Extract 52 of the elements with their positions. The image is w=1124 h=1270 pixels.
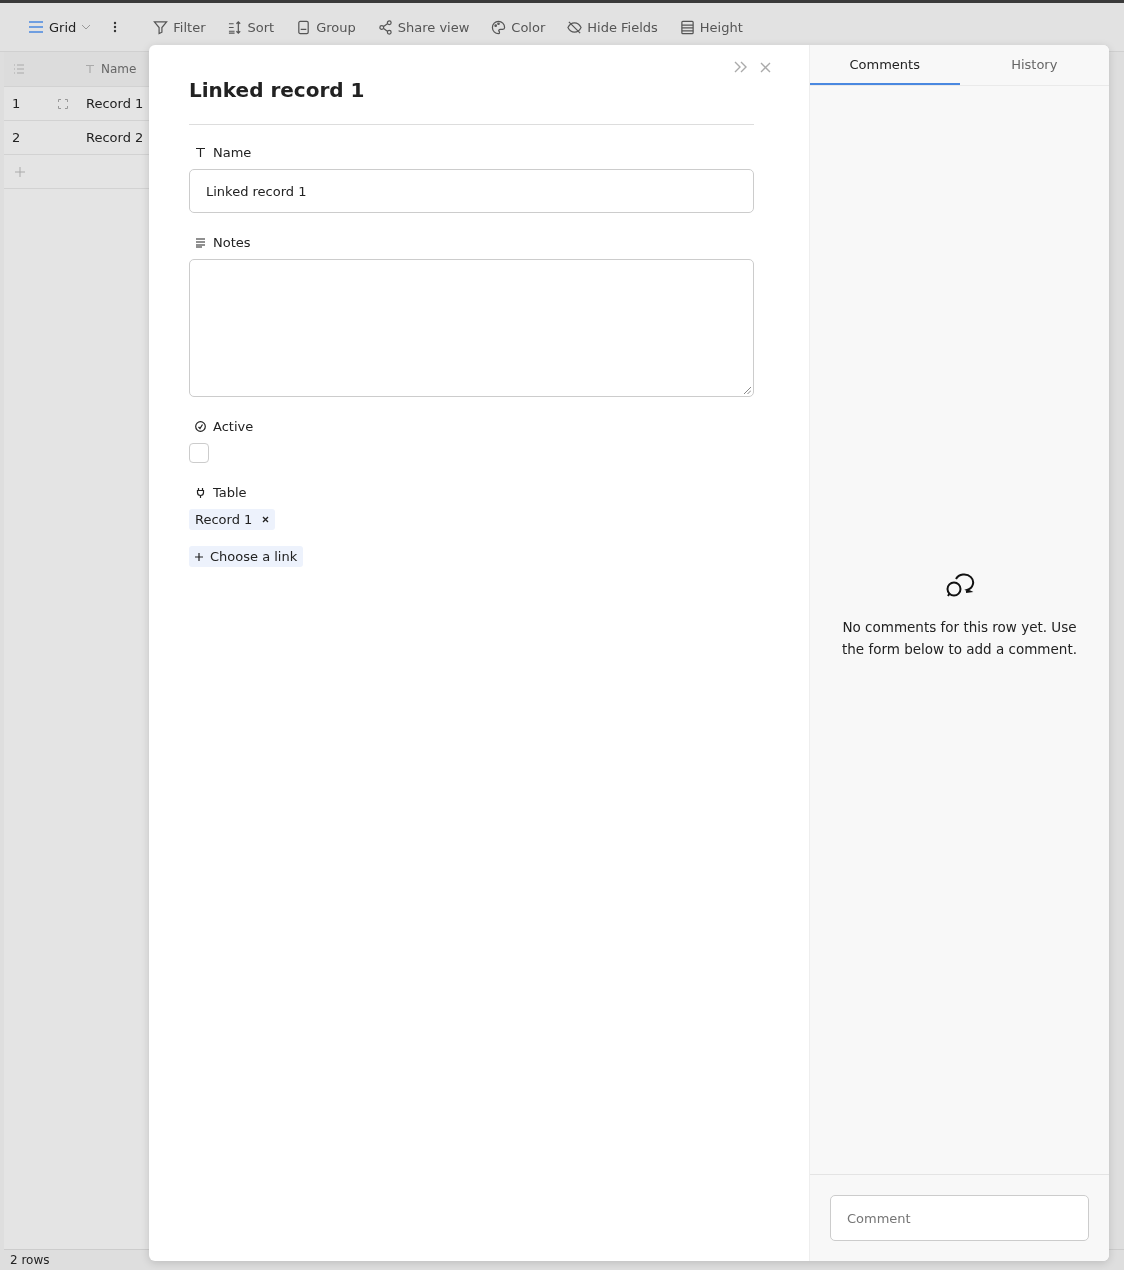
choose-link-button[interactable]: Choose a link <box>189 546 304 567</box>
check-circle-icon <box>195 421 206 432</box>
more-icon[interactable] <box>113 21 118 33</box>
palette-icon <box>491 19 507 35</box>
comments-icon <box>944 570 975 598</box>
hidden-eye-icon <box>567 19 583 35</box>
group-icon <box>296 19 312 35</box>
row-number: 2 <box>12 130 22 145</box>
sort-icon <box>227 19 243 35</box>
menu-icon <box>28 20 44 34</box>
toolbar-button[interactable]: Share view <box>369 15 478 39</box>
name-input[interactable]: Linked record 1 <box>189 169 754 213</box>
share-icon <box>377 19 393 35</box>
plug-icon <box>195 487 206 498</box>
field-label: Notes <box>213 235 251 250</box>
empty-message: No comments for this row yet. Use the form below to add a comment. <box>841 618 1078 659</box>
toolbar-button[interactable]: Sort <box>219 15 283 39</box>
lines-icon <box>195 237 206 248</box>
caret-icon <box>81 24 92 30</box>
row-number: 1 <box>12 96 22 111</box>
toolbar-button[interactable]: Color <box>483 15 554 39</box>
rows-icon <box>679 19 695 35</box>
table-cell: Record 2 <box>86 130 144 145</box>
text-field-icon <box>195 147 206 158</box>
toolbar-button[interactable]: Filter <box>145 15 214 39</box>
column-title: Name <box>101 62 137 76</box>
row-count: 2 rows <box>10 1253 50 1267</box>
collapse-icon[interactable] <box>734 61 748 73</box>
view-switcher[interactable]: Grid <box>20 15 100 39</box>
resize-grip-icon[interactable] <box>744 387 751 394</box>
record-title: Linked record 1 <box>189 78 366 102</box>
field-label: Name <box>213 145 252 160</box>
panel-tab[interactable]: History <box>959 45 1109 85</box>
remove-icon[interactable] <box>262 516 270 523</box>
table-cell: Record 1 <box>86 96 144 111</box>
expand-icon[interactable] <box>58 98 68 109</box>
plus-icon <box>195 552 203 561</box>
close-icon[interactable] <box>760 61 771 73</box>
panel-tab[interactable]: Comments <box>810 45 960 85</box>
checkbox[interactable] <box>189 443 209 463</box>
field-label: Active <box>213 419 254 434</box>
toolbar-button[interactable]: Group <box>288 15 364 39</box>
plus-icon[interactable] <box>15 166 25 177</box>
linked-record-chip[interactable]: Record 1 <box>189 509 276 530</box>
comment-input[interactable]: Comment <box>830 1195 1089 1241</box>
toolbar-button[interactable]: Hide Fields <box>559 15 666 39</box>
row-list-icon <box>13 64 25 74</box>
field-label: Table <box>213 485 247 500</box>
column-header[interactable]: Name <box>85 62 137 76</box>
toolbar-button[interactable]: Height <box>671 15 751 39</box>
text-field-icon <box>85 64 95 74</box>
filter-icon <box>153 19 169 35</box>
